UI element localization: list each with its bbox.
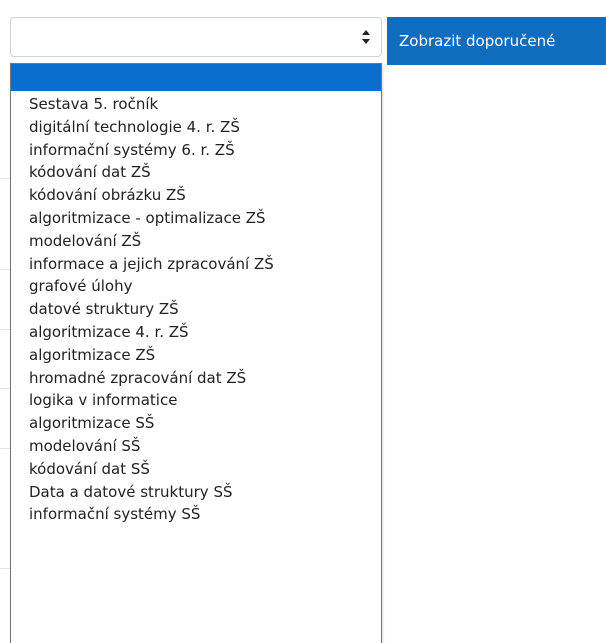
background-divider [0, 568, 10, 569]
dropdown-options: Sestava 5. ročník digitální technologie 4… [11, 91, 381, 526]
dropdown-option[interactable]: kódování obrázku ZŠ [11, 184, 381, 207]
select-dropdown-list[interactable]: Sestava 5. ročník digitální technologie 4… [10, 63, 382, 643]
dropdown-option[interactable]: informace a jejich zpracování ZŠ [11, 253, 381, 276]
page: Zobrazit doporučené Sestava 5. ročník dig… [0, 0, 606, 643]
dropdown-option[interactable]: kódování dat SŠ [11, 458, 381, 481]
dropdown-option[interactable]: kódování dat ZŠ [11, 161, 381, 184]
dropdown-option[interactable]: logika v informatice [11, 389, 381, 412]
dropdown-option[interactable]: algoritmizace 4. r. ZŠ [11, 321, 381, 344]
background-divider [0, 329, 10, 330]
background-divider [0, 448, 10, 449]
dropdown-option[interactable]: algoritmizace - optimalizace ZŠ [11, 207, 381, 230]
dropdown-option[interactable]: algoritmizace ZŠ [11, 344, 381, 367]
preset-select[interactable] [10, 17, 382, 57]
background-divider [0, 388, 10, 389]
dropdown-option[interactable]: Data a datové struktury SŠ [11, 481, 381, 504]
dropdown-option[interactable]: algoritmizace SŠ [11, 412, 381, 435]
background-divider [0, 269, 10, 270]
dropdown-option[interactable]: hromadné zpracování dat ZŠ [11, 367, 381, 390]
dropdown-option[interactable]: informační systémy SŠ [11, 503, 381, 526]
dropdown-option[interactable]: digitální technologie 4. r. ZŠ [11, 116, 381, 139]
sort-arrows-icon [361, 28, 371, 46]
background-divider [0, 178, 10, 179]
dropdown-option[interactable]: modelování SŠ [11, 435, 381, 458]
dropdown-option[interactable]: Sestava 5. ročník [11, 93, 381, 116]
show-recommended-button[interactable]: Zobrazit doporučené [387, 17, 606, 65]
dropdown-option[interactable]: datové struktury ZŠ [11, 298, 381, 321]
dropdown-option[interactable]: grafové úlohy [11, 275, 381, 298]
dropdown-option[interactable]: modelování ZŠ [11, 230, 381, 253]
dropdown-option[interactable]: informační systémy 6. r. ZŠ [11, 139, 381, 162]
dropdown-option-selected-empty[interactable] [11, 64, 381, 91]
